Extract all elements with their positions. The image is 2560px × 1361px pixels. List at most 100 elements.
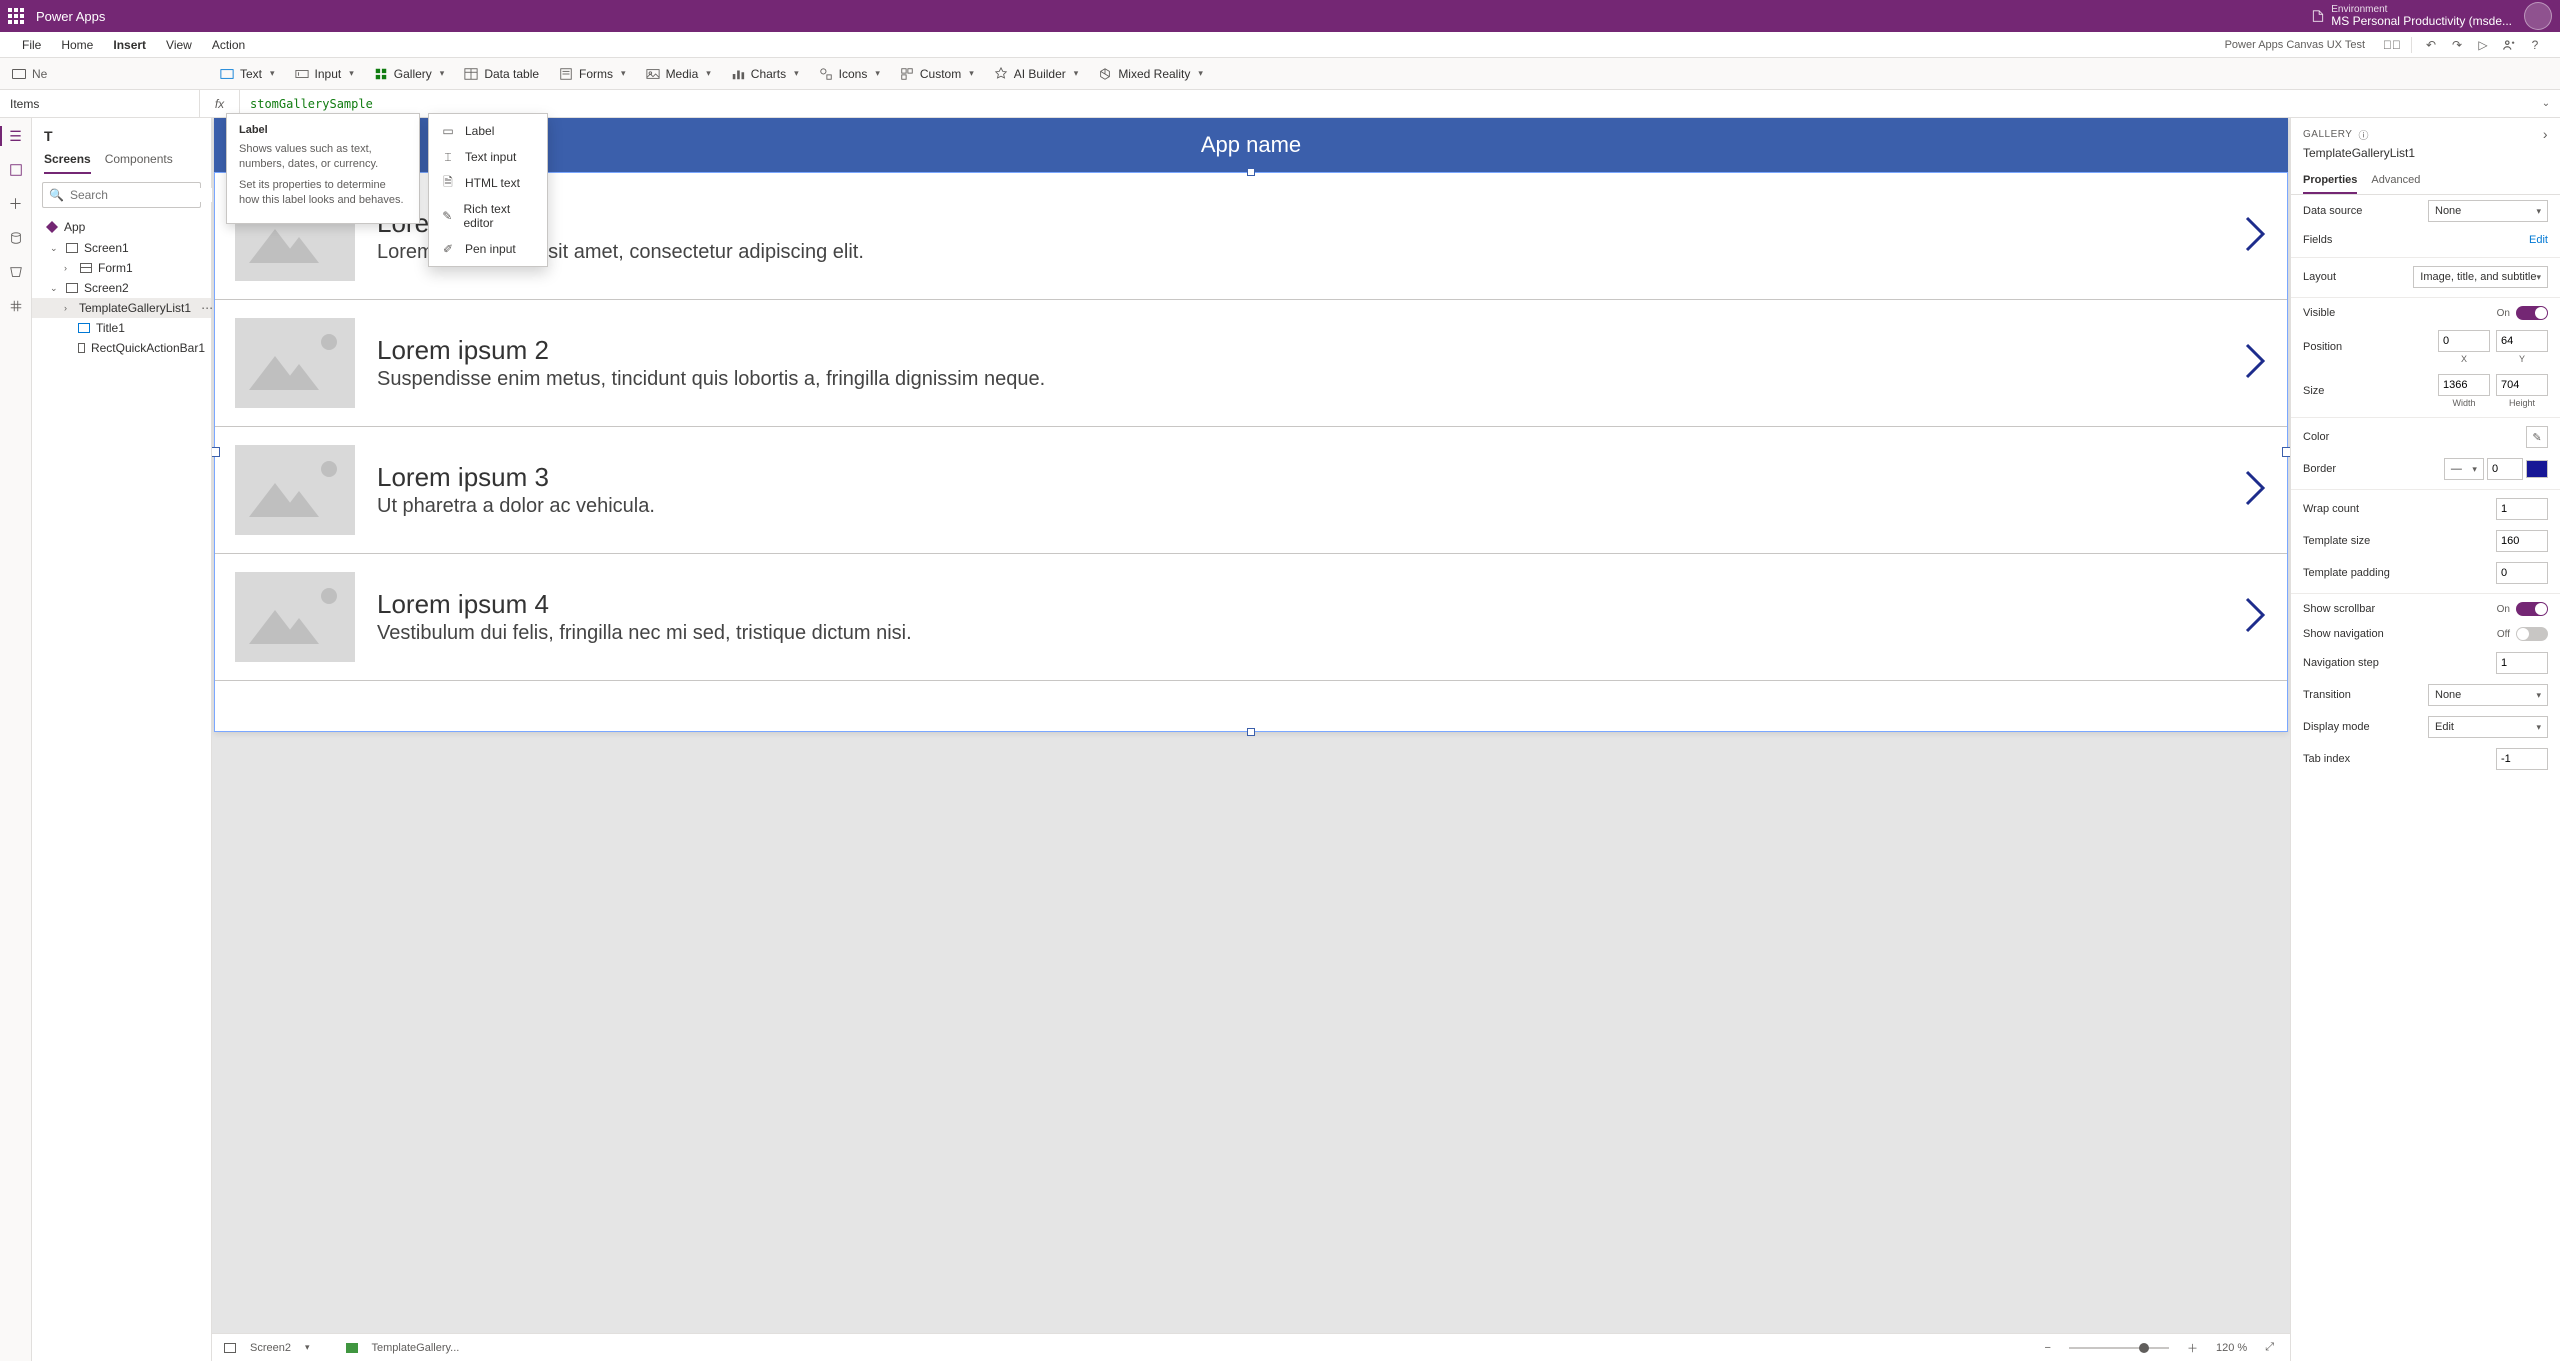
user-avatar[interactable] <box>2524 2 2552 30</box>
panel-category: GALLERY <box>2303 129 2352 140</box>
dropdown-htmltext[interactable]: 🗎HTML text <box>429 170 547 196</box>
toolbar-mixedreality[interactable]: Mixed Reality▾ <box>1088 58 1213 89</box>
tab-properties[interactable]: Properties <box>2303 168 2357 194</box>
template-padding-input[interactable] <box>2496 562 2548 584</box>
property-selector[interactable]: Items <box>0 90 200 117</box>
rail-advanced-icon[interactable] <box>6 296 26 316</box>
tooltip-line2: Set its properties to determine how this… <box>239 178 407 208</box>
zoom-slider[interactable] <box>2069 1347 2169 1349</box>
display-mode-select[interactable]: Edit▾ <box>2428 716 2548 738</box>
help-icon[interactable]: ? <box>2522 32 2548 58</box>
data-source-select[interactable]: None▾ <box>2428 200 2548 222</box>
tab-index-input[interactable] <box>2496 748 2548 770</box>
toolbar-charts[interactable]: Charts▾ <box>721 58 809 89</box>
rail-media-icon[interactable] <box>6 262 26 282</box>
toolbar-datatable[interactable]: Data table <box>454 58 549 89</box>
tree-search[interactable]: 🔍 <box>42 182 201 208</box>
rail-insert-icon[interactable] <box>6 160 26 180</box>
dropdown-label[interactable]: ▭Label <box>429 118 547 144</box>
tab-components[interactable]: Components <box>105 152 173 174</box>
tree-node-screen1[interactable]: ⌄Screen1 <box>32 238 211 258</box>
border-width-input[interactable] <box>2487 458 2523 480</box>
prop-label: Tab index <box>2303 753 2496 765</box>
chevron-right-icon[interactable] <box>2243 595 2267 640</box>
tree-app-node[interactable]: App <box>32 216 211 238</box>
chevron-right-icon[interactable] <box>2243 468 2267 513</box>
visible-toggle[interactable] <box>2516 306 2548 320</box>
toolbar-forms[interactable]: Forms▾ <box>549 58 636 89</box>
wrap-count-input[interactable] <box>2496 498 2548 520</box>
border-color-swatch[interactable] <box>2526 460 2548 478</box>
gallery-item[interactable]: Lorem ipsum 4Vestibulum dui felis, fring… <box>215 554 2287 681</box>
menu-view[interactable]: View <box>156 32 202 57</box>
scrollbar-toggle[interactable] <box>2516 602 2548 616</box>
dropdown-richtext[interactable]: ✎Rich text editor <box>429 196 547 236</box>
new-screen-partial[interactable]: Ne <box>10 67 210 81</box>
toolbar-text[interactable]: Text▾ <box>210 58 285 89</box>
control-name[interactable]: TemplateGalleryList1 <box>2291 142 2560 168</box>
tree-node-rect[interactable]: RectQuickActionBar1 <box>32 338 211 358</box>
undo-icon[interactable]: ↶ <box>2418 32 2444 58</box>
prop-label: Wrap count <box>2303 503 2496 515</box>
menu-action[interactable]: Action <box>202 32 255 57</box>
collapse-icon[interactable]: › <box>2543 126 2548 142</box>
status-control[interactable]: TemplateGallery... <box>372 1342 460 1354</box>
border-style-select[interactable]: —▾ <box>2444 458 2484 480</box>
environment-picker[interactable]: Environment MS Personal Productivity (ms… <box>2331 4 2512 28</box>
search-input[interactable] <box>70 188 225 202</box>
pos-y-input[interactable] <box>2496 330 2548 352</box>
preview-icon[interactable]: ▷ <box>2470 32 2496 58</box>
tree-node-title1[interactable]: Title1 <box>32 318 211 338</box>
environment-icon <box>2311 9 2325 23</box>
pos-x-input[interactable] <box>2438 330 2490 352</box>
canvas-area: Label Shows values such as text, numbers… <box>212 118 2290 1361</box>
fit-icon[interactable]: ⤢ <box>2261 1341 2278 1354</box>
info-icon[interactable]: ⓘ <box>2358 127 2369 142</box>
rail-tree-icon[interactable]: ☰ <box>6 126 26 146</box>
menu-insert[interactable]: Insert <box>103 32 156 57</box>
rail-add-icon[interactable]: ＋ <box>6 194 26 214</box>
redo-icon[interactable]: ↷ <box>2444 32 2470 58</box>
edit-fields-link[interactable]: Edit <box>2529 234 2548 246</box>
tab-advanced[interactable]: Advanced <box>2371 168 2420 194</box>
transition-select[interactable]: None▾ <box>2428 684 2548 706</box>
properties-panel: GALLERY ⓘ › TemplateGalleryList1 Propertie… <box>2290 118 2560 1361</box>
color-picker-icon[interactable]: ✎ <box>2526 426 2548 448</box>
height-input[interactable] <box>2496 374 2548 396</box>
chevron-right-icon[interactable] <box>2243 214 2267 259</box>
width-input[interactable] <box>2438 374 2490 396</box>
dropdown-peninput[interactable]: ✐Pen input <box>429 236 547 262</box>
gallery-item[interactable]: Lorem ipsum 3Ut pharetra a dolor ac vehi… <box>215 427 2287 554</box>
layout-select[interactable]: Image, title, and subtitle▾ <box>2413 266 2548 288</box>
app-launcher-icon[interactable] <box>8 8 24 24</box>
tree-node-form1[interactable]: ›Form1 <box>32 258 211 278</box>
label-icon <box>78 323 90 333</box>
toolbar-media[interactable]: Media▾ <box>636 58 721 89</box>
formula-expand-icon[interactable]: ⌄ <box>2532 98 2560 109</box>
chevron-right-icon[interactable] <box>2243 341 2267 386</box>
share-icon[interactable] <box>2496 32 2522 58</box>
rail-data-icon[interactable] <box>6 228 26 248</box>
menu-home[interactable]: Home <box>51 32 103 57</box>
toolbar-icons[interactable]: Icons▾ <box>809 58 890 89</box>
gallery-item[interactable]: Lorem ipsum 2Suspendisse enim metus, tin… <box>215 300 2287 427</box>
app-checker-icon[interactable]: ✓⃝ <box>2379 32 2405 58</box>
zoom-out-icon[interactable]: − <box>2041 1342 2055 1354</box>
tree-node-screen2[interactable]: ⌄Screen2 <box>32 278 211 298</box>
status-screen[interactable]: Screen2 <box>250 1342 291 1354</box>
label-tooltip: Label Shows values such as text, numbers… <box>226 113 420 224</box>
menu-file[interactable]: File <box>12 32 51 57</box>
toolbar-input[interactable]: Input▾ <box>285 58 364 89</box>
tab-screens[interactable]: Screens <box>44 152 91 174</box>
toolbar-aibuilder[interactable]: AI Builder▾ <box>984 58 1089 89</box>
resize-handle[interactable] <box>1247 728 1255 736</box>
nav-step-input[interactable] <box>2496 652 2548 674</box>
toolbar-custom[interactable]: Custom▾ <box>890 58 984 89</box>
navigation-toggle[interactable] <box>2516 627 2548 641</box>
tree-node-templategallery[interactable]: ›TemplateGalleryList1⋯ <box>32 298 211 318</box>
zoom-in-icon[interactable]: ＋ <box>2183 1340 2202 1356</box>
dropdown-textinput[interactable]: ⌶Text input <box>429 144 547 170</box>
formula-input[interactable]: stomGallerySample <box>240 90 2532 117</box>
toolbar-gallery[interactable]: Gallery▾ <box>364 58 455 89</box>
template-size-input[interactable] <box>2496 530 2548 552</box>
